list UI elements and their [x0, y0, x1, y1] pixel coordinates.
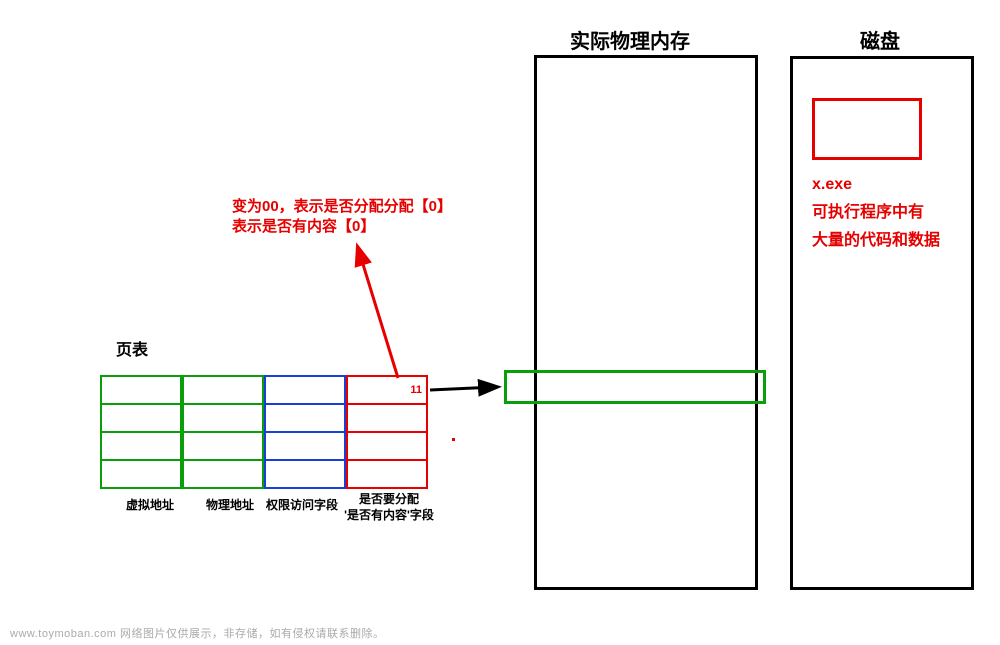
- page-table-title: 页表: [116, 336, 148, 360]
- table-row: [347, 432, 427, 460]
- table-row: [265, 376, 345, 404]
- page-table-col-physical: [182, 375, 264, 489]
- page-table-col-virtual: [100, 375, 182, 489]
- disk-title: 磁盘: [860, 25, 900, 54]
- col-label-physical: 物理地址: [198, 498, 262, 514]
- annotation-line2: 表示是否有内容【0】: [232, 216, 375, 237]
- annotation-line1: 变为00，表示是否分配分配【0】: [232, 196, 452, 217]
- table-row: [101, 376, 181, 404]
- disk-desc-line2: 大量的代码和数据: [812, 228, 940, 254]
- physical-memory-title: 实际物理内存: [570, 25, 690, 54]
- page-table-col-permission: [264, 375, 346, 489]
- col-label-alloc: 是否要分配 '是否有内容'字段: [344, 492, 434, 523]
- table-row: [265, 460, 345, 488]
- table-row: [101, 460, 181, 488]
- flag-cell: 11: [347, 376, 427, 404]
- table-row: [265, 404, 345, 432]
- disk-desc-line1: 可执行程序中有: [812, 200, 924, 226]
- table-row: [347, 460, 427, 488]
- table-row: [183, 376, 263, 404]
- page-table-col-alloc: 11: [346, 375, 428, 489]
- table-row: [183, 404, 263, 432]
- col-label-virtual: 虚拟地址: [118, 498, 182, 514]
- physical-memory-box: [534, 55, 758, 590]
- table-row: [101, 432, 181, 460]
- memory-mapped-slot: [504, 370, 766, 404]
- col-label-permission: 权限访问字段: [262, 498, 342, 514]
- stray-dot: [452, 438, 455, 441]
- table-row: [183, 460, 263, 488]
- table-row: [265, 432, 345, 460]
- page-table: 11: [100, 375, 428, 489]
- watermark-text: www.toymoban.com 网络图片仅供展示，非存储，如有侵权请联系删除。: [10, 625, 384, 641]
- table-row: 11: [347, 376, 427, 404]
- table-row: [101, 404, 181, 432]
- table-row: [183, 432, 263, 460]
- disk-file-box: [812, 98, 922, 160]
- disk-file-label: x.exe: [812, 172, 852, 198]
- table-row: [347, 404, 427, 432]
